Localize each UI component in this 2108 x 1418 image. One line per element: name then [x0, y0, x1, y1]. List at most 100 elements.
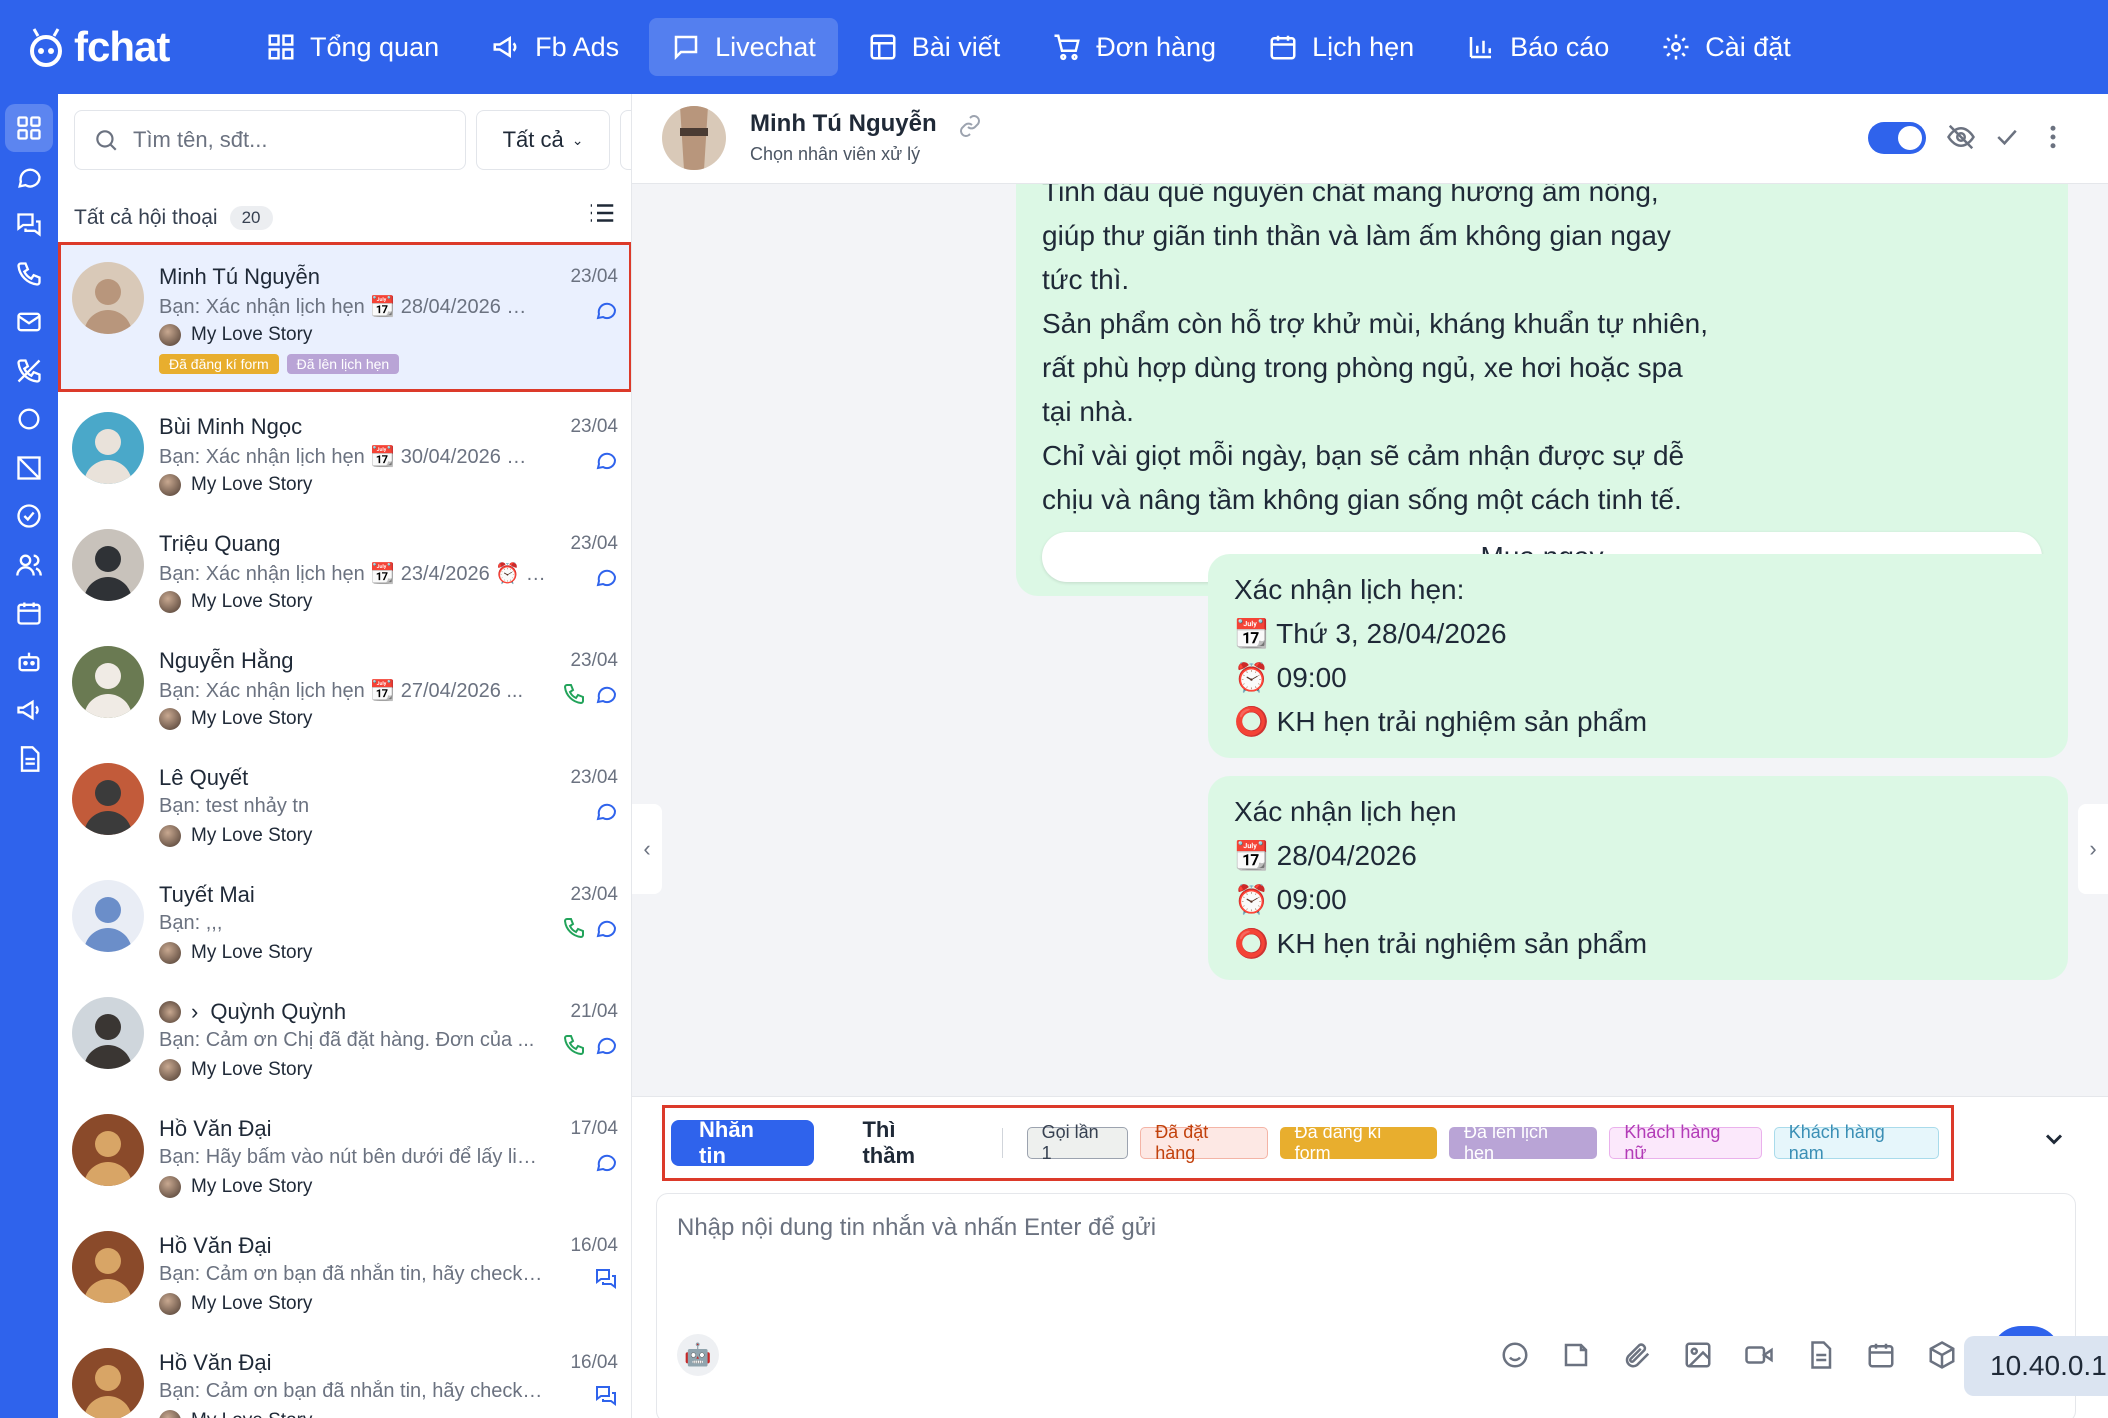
page-avatar-icon	[159, 474, 181, 496]
chats-icon[interactable]	[5, 201, 53, 249]
message-bubble: Xác nhận lịch hẹn: 📆 Thứ 3, 28/04/2026 ⏰ 0…	[1208, 554, 2068, 758]
document-icon[interactable]	[5, 735, 53, 783]
message-line: Tinh dầu quế nguyên chất mang hương ấm n…	[1042, 184, 1659, 207]
message-preview: Bạn: Hãy bấm vào nút bên dưới để lấy lin…	[159, 1146, 547, 1168]
mail-icon[interactable]	[5, 298, 53, 346]
nav-item-0[interactable]: Tổng quan	[244, 18, 461, 76]
avatar	[72, 529, 144, 601]
logo[interactable]: fchat	[24, 23, 244, 71]
nav-item-6[interactable]: Báo cáo	[1444, 18, 1631, 76]
emoji-icon[interactable]	[1498, 1338, 1532, 1372]
logo-text: fchat	[74, 23, 170, 70]
check-icon[interactable]	[1992, 122, 2024, 154]
bot-icon[interactable]	[5, 638, 53, 686]
users-icon[interactable]	[5, 541, 53, 589]
contact-name: Triệu Quang	[159, 531, 281, 556]
megaphone-icon[interactable]	[5, 686, 53, 734]
tab-whisper[interactable]: Thì thầm	[834, 1117, 981, 1168]
avatar	[72, 997, 144, 1069]
conversation-item[interactable]: Minh Tú Nguyễn 23/04 Bạn: Xác nhận lịch hẹ…	[58, 242, 631, 392]
filter-dropdown[interactable]: Tất cả ⌄	[476, 110, 610, 170]
conversation-date: 23/04	[570, 416, 618, 437]
link-icon[interactable]	[958, 114, 982, 143]
more-vertical-icon[interactable]	[2038, 122, 2070, 154]
chevron-down-icon[interactable]	[2040, 1125, 2068, 1158]
message-line: ⏰ 09:00	[1234, 662, 1347, 693]
page-source: My Love Story	[159, 1293, 312, 1315]
composer: Nhắn tin Thì thầm Gọi lần 1 Đã đặt hàng Đã đ…	[632, 1096, 2108, 1418]
conversation-item[interactable]: Bùi Minh Ngọc 23/04 Bạn: Xác nhận lịch hẹn…	[58, 392, 631, 509]
conversation-item[interactable]: Hồ Văn Đại 16/04 Bạn: Cảm ơn bạn đã nhắn t…	[58, 1211, 631, 1328]
check-circle-icon[interactable]	[5, 492, 53, 540]
contact-avatar[interactable]	[662, 106, 726, 170]
conversation-item[interactable]: Tuyết Mai 23/04 Bạn: ,,, My Love Story	[58, 860, 631, 977]
assign-staff-link[interactable]: Chọn nhân viên xử lý	[750, 144, 920, 165]
calendar-icon[interactable]	[1864, 1338, 1898, 1372]
circle-icon[interactable]	[5, 395, 53, 443]
nav-item-5[interactable]: Lịch hẹn	[1246, 18, 1436, 76]
collapse-left-icon[interactable]: ‹	[632, 804, 662, 894]
search-input[interactable]	[133, 127, 453, 153]
video-icon[interactable]	[1742, 1338, 1776, 1372]
quick-tag[interactable]: Khách hàng nam	[1773, 1122, 1939, 1163]
layout-icon	[870, 34, 896, 60]
attachment-icon[interactable]	[1620, 1338, 1654, 1372]
nav-menu: Tổng quan Fb Ads Livechat Bài viết Đơn hàng L…	[244, 0, 1821, 94]
conversation-item[interactable]: Hồ Văn Đại 17/04 Bạn: Hãy bấm vào nút bên …	[58, 1094, 631, 1211]
search-box[interactable]	[74, 110, 466, 170]
conversation-item[interactable]: Triệu Quang 23/04 Bạn: Xác nhận lịch hẹn 📆…	[58, 509, 631, 626]
message-list: ‹ › Tinh dầu quế nguyên chất mang hương …	[632, 184, 2108, 1184]
collapse-right-icon[interactable]: ›	[2078, 804, 2108, 894]
product-box-icon[interactable]	[1925, 1338, 1959, 1372]
nav-item-1[interactable]: Fb Ads	[469, 18, 641, 76]
quick-tag[interactable]: Khách hàng nữ	[1609, 1122, 1762, 1163]
quick-tag[interactable]: Đã đăng kí form	[1279, 1122, 1437, 1163]
conversation-item[interactable]: › Quỳnh Quỳnh 21/04 Bạn: Cảm ơn Chị đã đặt …	[58, 977, 631, 1094]
message-line: chịu và nâng tầm không gian sống một các…	[1042, 484, 1682, 515]
nav-item-label: Lịch hẹn	[1312, 31, 1415, 62]
nav-item-label: Bài viết	[911, 31, 1001, 62]
page-avatar-icon	[159, 1410, 181, 1418]
image-icon[interactable]	[1681, 1338, 1715, 1372]
bot-toggle[interactable]	[1868, 122, 1926, 154]
nav-item-3[interactable]: Bài viết	[846, 18, 1023, 76]
calendar-icon	[1270, 35, 1296, 60]
nav-item-4[interactable]: Đơn hàng	[1030, 18, 1238, 76]
eye-off-icon[interactable]	[1946, 122, 1978, 154]
tab-message[interactable]: Nhắn tin	[671, 1117, 815, 1168]
message-line: 📆 Thứ 3, 28/04/2026	[1234, 618, 1507, 649]
list-view-icon[interactable]	[587, 198, 617, 228]
page-avatar-icon	[159, 708, 181, 730]
contact-name: Hồ Văn Đại	[159, 1350, 272, 1375]
phone-icon[interactable]	[5, 250, 53, 298]
contact-name: Lê Quyết	[159, 765, 249, 790]
conversation-item[interactable]: Lê Quyết 23/04 Bạn: test nhảy tn My Love St…	[58, 743, 631, 860]
conversation-item[interactable]: Nguyễn Hằng 23/04 Bạn: Xác nhận lịch hẹn 📆…	[58, 626, 631, 743]
calendar-icon[interactable]	[5, 589, 53, 637]
messenger-icon	[596, 569, 617, 587]
phone-slash-icon[interactable]	[5, 347, 53, 395]
quick-tag[interactable]: Gọi lần 1	[1026, 1122, 1129, 1163]
nav-item-2[interactable]: Livechat	[649, 18, 838, 76]
nav-item-label: Fb Ads	[535, 31, 620, 62]
divider	[1001, 1128, 1003, 1158]
chat-bubble-icon[interactable]	[5, 153, 53, 201]
add-conversation-button[interactable]: +	[620, 110, 631, 170]
contact-name-row: › Quỳnh Quỳnh	[159, 999, 346, 1025]
bot-avatar-icon[interactable]: 🤖	[677, 1334, 719, 1376]
no-image-icon[interactable]	[5, 444, 53, 492]
page-name: My Love Story	[191, 1059, 313, 1080]
nav-item-7[interactable]: Cài đặt	[1639, 18, 1813, 76]
document-icon[interactable]	[1803, 1338, 1837, 1372]
sticker-icon[interactable]	[1559, 1338, 1593, 1372]
page-source: My Love Story	[159, 1059, 312, 1081]
grid-icon[interactable]	[5, 104, 53, 152]
quick-tag[interactable]: Đã lên lịch hẹn	[1448, 1122, 1598, 1163]
toggle-knob	[1898, 126, 1922, 150]
page-avatar-icon	[159, 825, 181, 847]
conversation-item[interactable]: Hồ Văn Đại 16/04 Bạn: Cảm ơn bạn đã nhắn t…	[58, 1328, 631, 1418]
quick-tag[interactable]: Đã đặt hàng	[1140, 1122, 1268, 1163]
message-line: Chỉ vài giọt mỗi ngày, bạn sẽ cảm nhận đ…	[1042, 440, 1685, 471]
message-input[interactable]	[677, 1214, 2037, 1294]
page-source: My Love Story	[159, 474, 312, 496]
